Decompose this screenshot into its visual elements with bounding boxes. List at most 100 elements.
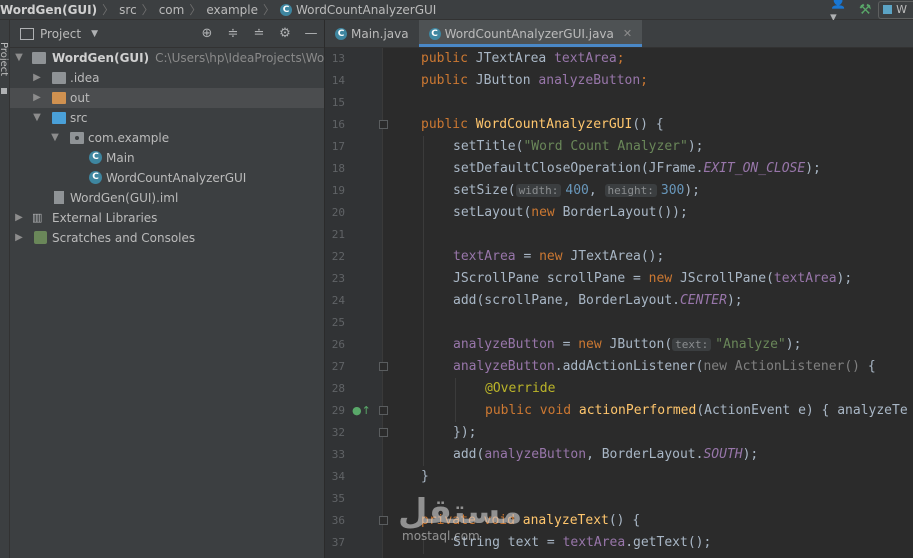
code-token: JScrollPane( (672, 271, 774, 286)
fold-marker-icon[interactable] (379, 362, 388, 371)
override-marker-icon[interactable]: ●↑ (352, 400, 371, 422)
project-view-selector[interactable]: Project ▼ (20, 27, 98, 41)
tree-item-out[interactable]: ▶ out (10, 88, 324, 108)
line-number: 17 (331, 140, 345, 153)
line-number: 28 (331, 382, 345, 395)
indent-guide (423, 202, 424, 224)
field-name: analyzeButton (538, 73, 641, 88)
scratches-icon (34, 231, 47, 244)
code-token: ); (785, 337, 802, 352)
tree-item-project-root[interactable]: ▼ WordGen(GUI) C:\Users\hp\IdeaProjects\W… (10, 48, 361, 68)
code-text: setDefaultCloseOperation(JFrame.EXIT_ON_… (453, 158, 821, 180)
tree-item-main[interactable]: C Main (10, 148, 324, 168)
tree-item-wordcountanalyzergui[interactable]: C WordCountAnalyzerGUI (10, 168, 324, 188)
gear-icon[interactable]: ⚙ (272, 26, 298, 41)
breadcrumb-com[interactable]: com (159, 3, 185, 17)
field-name: analyzeButton (484, 447, 587, 462)
keyword: private void (421, 513, 515, 528)
indent-guide (423, 312, 424, 334)
fold-marker-icon[interactable] (379, 516, 388, 525)
folded-code[interactable]: { analyzeTe (814, 403, 908, 418)
chevron-right-icon[interactable]: ▶ (32, 88, 42, 108)
code-token: setLayout( (453, 205, 532, 220)
code-token: ); (836, 271, 853, 286)
java-class-icon: C (89, 151, 102, 164)
constant: CENTER (679, 293, 727, 308)
code-text: public WordCountAnalyzerGUI() { (421, 114, 664, 136)
breadcrumb-separator: 〉 (102, 3, 115, 17)
tree-item-idea[interactable]: ▶ .idea (10, 68, 324, 88)
run-configuration-selector[interactable]: W (878, 0, 913, 19)
line-number: 20 (331, 206, 345, 219)
tool-window-strip: Project (0, 20, 10, 558)
fold-marker-icon[interactable] (379, 120, 388, 129)
tree-item-src[interactable]: ▼ src (10, 108, 324, 128)
close-icon[interactable]: ✕ (623, 27, 632, 40)
code-text: setTitle("Word Count Analyzer"); (453, 136, 703, 158)
chevron-down-icon[interactable]: ▼ (32, 108, 42, 128)
tree-item-label: WordCountAnalyzerGUI (106, 171, 247, 185)
breadcrumb-example[interactable]: example (206, 3, 258, 17)
code-line: 19 setSize(width: 400, height: 300); (325, 180, 913, 202)
project-panel-tools: ⊕ ≑ ≐ ⚙ — (194, 20, 324, 47)
breadcrumb-src[interactable]: src (119, 3, 137, 17)
chevron-down-icon[interactable]: ▼ (50, 128, 60, 148)
code-line: 23 JScrollPane scrollPane = new JScrollP… (325, 268, 913, 290)
field-name: analyzeButton (453, 359, 555, 374)
keyword: public (421, 117, 468, 132)
code-text: analyzeButton = new JButton(text: "Analyz… (453, 334, 801, 356)
code-line: 27 analyzeButton.addActionListener(new A… (325, 356, 913, 378)
chevron-right-icon[interactable]: ▶ (14, 228, 24, 248)
code-token: = (554, 337, 579, 352)
java-class-icon: C (280, 3, 293, 16)
field-name: analyzeButton (453, 337, 555, 352)
code-line: 36 private void analyzeText() { (325, 510, 913, 532)
breadcrumb-project[interactable]: WordGen(GUI) (0, 3, 97, 17)
tree-item-scratches[interactable]: ▶ Scratches and Consoles (10, 228, 324, 248)
tab-wordcountanalyzergui-java[interactable]: C WordCountAnalyzerGUI.java ✕ (418, 20, 643, 47)
build-hammer-icon[interactable]: ⚒ (852, 2, 878, 18)
code-token: new ActionListener() (703, 359, 861, 374)
breadcrumb-separator: 〉 (263, 3, 276, 17)
code-line: 15 (325, 92, 913, 114)
line-number: 25 (331, 316, 345, 329)
code-text: setLayout(new BorderLayout()); (453, 202, 688, 224)
project-tool-window-button[interactable]: Project (0, 42, 9, 76)
field-name: textArea (453, 249, 516, 264)
hide-panel-icon[interactable]: — (298, 26, 324, 41)
collapse-all-icon[interactable]: ≐ (246, 26, 272, 41)
code-line: 37 String text = textArea.getText(); (325, 532, 913, 554)
iml-file-icon (54, 191, 64, 204)
code-text: public void actionPerformed(ActionEvent … (485, 400, 908, 422)
annotation: @Override (485, 381, 556, 396)
indent-guide (423, 444, 424, 466)
libraries-icon: ▥ (32, 211, 43, 224)
method-name: WordCountAnalyzerGUI (475, 117, 633, 132)
indent-guide (423, 532, 424, 554)
code-token: JScrollPane scrollPane = (453, 271, 649, 286)
fold-marker-icon[interactable] (379, 428, 388, 437)
chevron-right-icon[interactable]: ▶ (32, 68, 42, 88)
run-config-icon (883, 5, 893, 14)
tab-main-java[interactable]: C Main.java (325, 20, 419, 47)
java-class-icon: C (89, 171, 102, 184)
breadcrumb-class[interactable]: WordCountAnalyzerGUI (296, 3, 436, 17)
expand-all-icon[interactable]: ≑ (220, 26, 246, 41)
parameter-hint: text: (672, 338, 712, 351)
indent-guide (455, 400, 456, 422)
code-editor[interactable]: 13 public JTextArea textArea; 14 public … (325, 48, 913, 558)
tree-item-package[interactable]: ▼ com.example (10, 128, 324, 148)
chevron-right-icon[interactable]: ▶ (14, 208, 24, 228)
indent-guide (455, 378, 456, 400)
fold-marker-icon[interactable] (379, 406, 388, 415)
line-number: 18 (331, 162, 345, 175)
keyword: new (531, 205, 555, 220)
tree-item-external-libraries[interactable]: ▶ ▥ External Libraries (10, 208, 324, 228)
keyword: new (539, 249, 563, 264)
tree-item-iml[interactable]: WordGen(GUI).iml (10, 188, 324, 208)
chevron-down-icon[interactable]: ▼ (14, 48, 24, 68)
method-name: analyzeText (522, 513, 609, 528)
locate-file-icon[interactable]: ⊕ (194, 26, 220, 41)
code-token: ); (805, 161, 821, 176)
breadcrumb-separator: 〉 (189, 3, 202, 17)
